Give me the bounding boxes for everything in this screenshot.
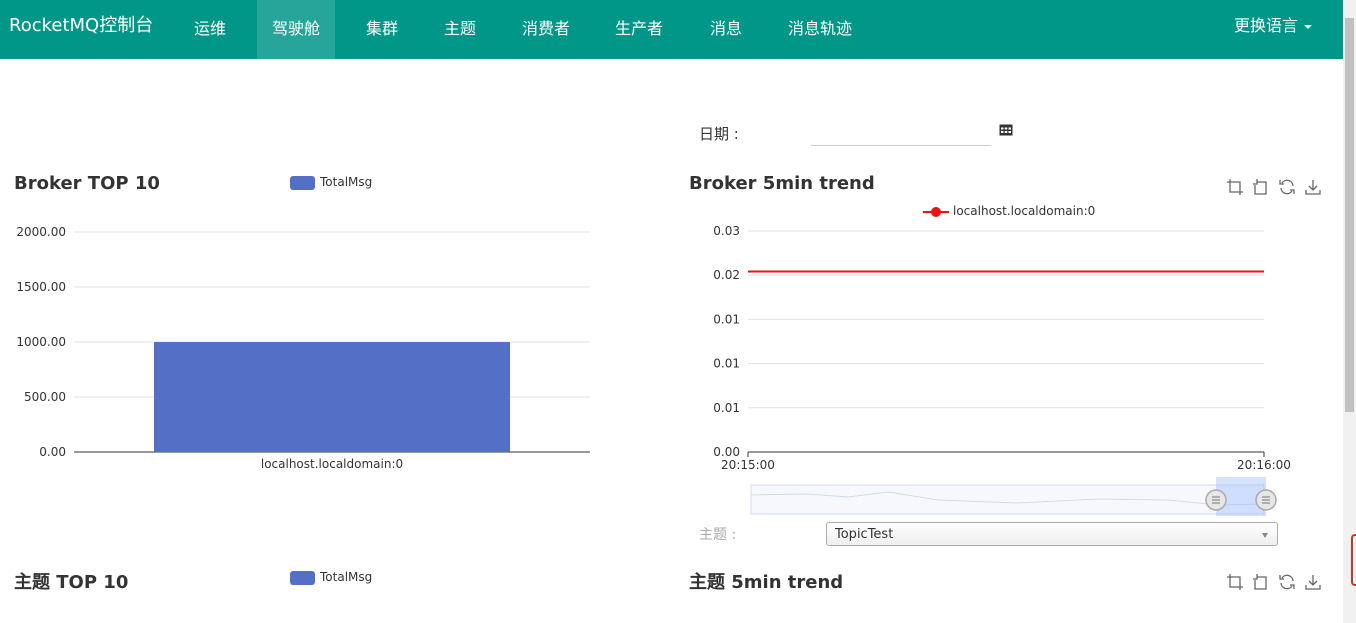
calendar-icon[interactable]	[999, 123, 1013, 136]
legend-swatch	[290, 570, 315, 585]
language-menu[interactable]: 更换语言	[1234, 0, 1313, 51]
topic-top-legend[interactable]: TotalMsg	[290, 570, 372, 585]
nav-cluster[interactable]: 集群	[352, 0, 412, 59]
x-tick-label: 20:16:00	[1237, 458, 1291, 472]
dropdown-arrow-icon	[1262, 533, 1268, 538]
datazoom-track	[750, 484, 1265, 515]
zoom-reset-icon[interactable]	[1252, 178, 1270, 196]
broker-trend-title: Broker 5min trend	[689, 173, 875, 194]
language-menu-label: 更换语言	[1234, 16, 1299, 35]
y-tick-label: 0.01	[713, 312, 740, 326]
broker-top-legend[interactable]: TotalMsg	[290, 175, 372, 190]
brand-title[interactable]: RocketMQ控制台	[9, 0, 153, 51]
nav-dashboard[interactable]: 驾驶舱	[257, 0, 335, 59]
y-tick-label: 0.02	[713, 268, 740, 282]
x-tick-label: localhost.localdomain:0	[261, 457, 403, 471]
legend-label: TotalMsg	[320, 570, 373, 584]
restore-icon[interactable]	[1278, 178, 1296, 196]
legend-swatch	[290, 175, 315, 190]
legend-label: TotalMsg	[320, 175, 373, 189]
y-tick-label: 0.03	[713, 224, 740, 238]
top-navbar: RocketMQ控制台 运维 驾驶舱 集群 主题 消费者 生产者 消息 消息轨迹…	[0, 0, 1343, 59]
zoom-icon[interactable]	[1226, 178, 1244, 196]
save-image-icon[interactable]	[1304, 178, 1322, 196]
nav-message[interactable]: 消息	[696, 0, 756, 59]
topic-trend-title: 主题 5min trend	[689, 572, 844, 593]
y-tick-label: 0.01	[713, 401, 740, 415]
restore-icon[interactable]	[1278, 573, 1296, 591]
y-tick-label: 0.01	[713, 357, 740, 371]
side-tab-marker	[1351, 534, 1356, 586]
zoom-reset-icon[interactable]	[1252, 573, 1270, 591]
y-tick-label: 500.00	[24, 390, 66, 404]
broker-trend-toolbox	[1226, 178, 1322, 196]
topic-top-title: 主题 TOP 10	[14, 572, 129, 593]
broker-trend-chart: 0.00 0.01 0.01 0.01 0.02 0.03 20:15:00 20:16:00	[713, 224, 1291, 516]
broker-top-chart: 0.00 500.00 1000.00 1500.00 2000.00 localhost…	[16, 225, 590, 471]
topic-select[interactable]: TopicTest	[826, 522, 1278, 546]
topic-trend-toolbox	[1226, 573, 1322, 591]
zoom-icon[interactable]	[1226, 573, 1244, 591]
bar	[153, 342, 511, 452]
date-input[interactable]	[811, 121, 991, 146]
topic-label: 主题 :	[699, 527, 737, 543]
scrollbar-thumb[interactable]	[1345, 18, 1354, 412]
nav-message-trace[interactable]: 消息轨迹	[776, 0, 864, 59]
nav-topic[interactable]: 主题	[430, 0, 490, 59]
nav-ops[interactable]: 运维	[180, 0, 240, 59]
save-image-icon[interactable]	[1304, 573, 1322, 591]
date-label: 日期 :	[699, 125, 739, 143]
nav-consumer[interactable]: 消费者	[510, 0, 582, 59]
vertical-scrollbar[interactable]	[1343, 0, 1356, 623]
y-tick-label: 1500.00	[16, 280, 66, 294]
y-tick-label: 1000.00	[16, 335, 66, 349]
broker-top-title: Broker TOP 10	[14, 173, 160, 194]
y-tick-label: 0.00	[713, 445, 740, 459]
y-tick-label: 2000.00	[16, 225, 66, 239]
x-tick-label: 20:15:00	[721, 458, 775, 472]
caret-down-icon	[1304, 24, 1313, 29]
topic-select-value: TopicTest	[835, 527, 894, 542]
nav-producer[interactable]: 生产者	[603, 0, 675, 59]
y-tick-label: 0.00	[39, 445, 66, 459]
